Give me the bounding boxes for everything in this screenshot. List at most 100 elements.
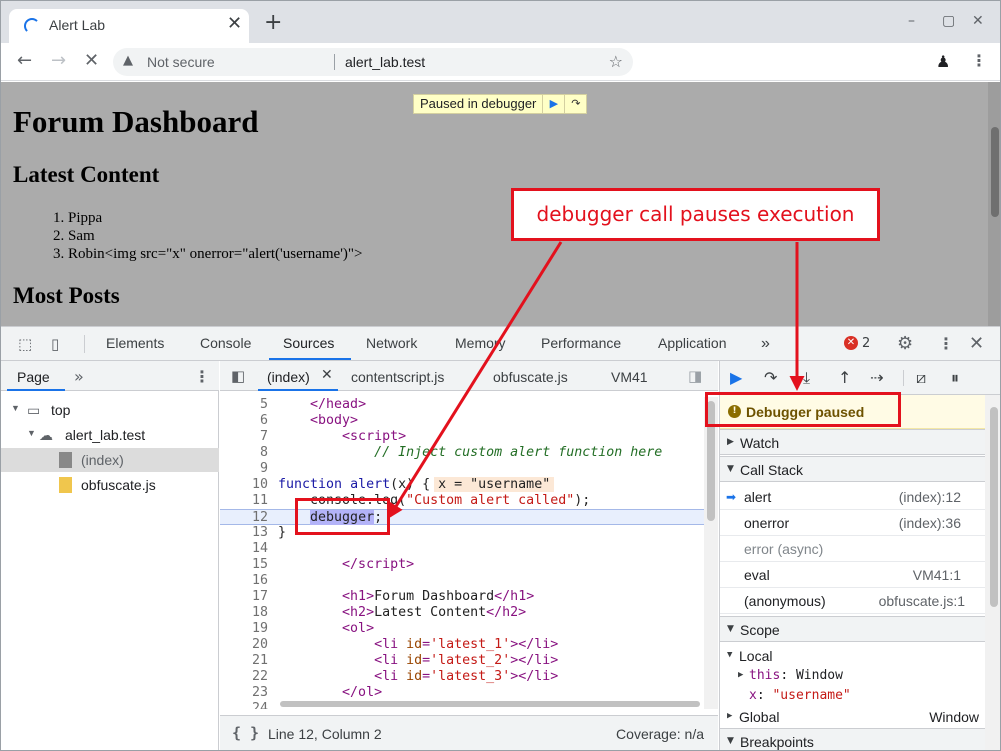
js-file-icon bbox=[59, 477, 72, 493]
property-key: this bbox=[749, 668, 781, 683]
pretty-print-icon[interactable]: { } bbox=[232, 724, 259, 742]
frame-location[interactable]: obfuscate.js:1 bbox=[879, 593, 965, 609]
warning-triangle-icon[interactable]: ▲ bbox=[123, 53, 133, 68]
navigator-more-chevron-icon[interactable]: » bbox=[74, 367, 84, 386]
frame-location[interactable]: (index):36 bbox=[899, 515, 961, 531]
omnibox-divider bbox=[334, 54, 335, 70]
scope-x-property[interactable]: x: "username" bbox=[720, 686, 985, 706]
scope-this-property[interactable]: ▶ this: Window bbox=[720, 666, 985, 686]
code-lines[interactable]: 5 </head> 6 <body> 7 <script> 8 // Injec… bbox=[220, 397, 704, 709]
tab-close-icon[interactable]: ✕ bbox=[227, 14, 242, 34]
editor-tab-index[interactable]: (index) bbox=[267, 369, 310, 385]
new-tab-button[interactable]: + bbox=[264, 12, 282, 34]
devtools-menu-icon[interactable]: ⋮ bbox=[938, 334, 954, 353]
extension-icon[interactable]: ♟ bbox=[936, 52, 950, 71]
page-scrollbar[interactable] bbox=[988, 82, 1000, 326]
scope-global[interactable]: ▶ Global Window bbox=[720, 707, 985, 727]
call-frame-onerror[interactable]: onerror (index):36 bbox=[720, 510, 985, 536]
editor-tab-contentscript[interactable]: contentscript.js bbox=[351, 369, 444, 385]
step-over-icon[interactable]: ↷ bbox=[764, 368, 777, 387]
back-arrow-icon[interactable]: ← bbox=[17, 51, 32, 71]
url-text[interactable]: alert_lab.test bbox=[345, 54, 425, 70]
code-line: 13} bbox=[251, 525, 287, 540]
toggle-navigator-icon[interactable]: ◧ bbox=[231, 367, 245, 385]
devtools-close-icon[interactable]: ✕ bbox=[969, 333, 984, 354]
tree-item-obfuscate[interactable]: obfuscate.js bbox=[1, 473, 219, 497]
call-frame-alert[interactable]: ➡ alert (index):12 bbox=[720, 484, 985, 510]
maximize-icon[interactable]: ▢ bbox=[942, 13, 955, 29]
tab-performance[interactable]: Performance bbox=[541, 335, 621, 351]
navigator-menu-icon[interactable]: ⋮ bbox=[194, 367, 210, 386]
step-icon[interactable]: ⇢ bbox=[870, 368, 883, 387]
editor-tab-bar: ◧ (index) ✕ contentscript.js obfuscate.j… bbox=[220, 361, 718, 391]
editor-tab-vm41[interactable]: VM41 bbox=[611, 369, 648, 385]
step-out-icon[interactable]: ↑ bbox=[838, 368, 851, 387]
async-frame-separator: error (async) bbox=[720, 536, 985, 562]
bookmark-star-icon[interactable]: ☆ bbox=[609, 52, 623, 71]
frame-location[interactable]: VM41:1 bbox=[913, 567, 961, 583]
tree-item-top[interactable]: ▼ ▭ top bbox=[1, 398, 219, 422]
tab-memory[interactable]: Memory bbox=[455, 335, 506, 351]
error-icon[interactable]: ✕ bbox=[844, 336, 858, 350]
error-count[interactable]: 2 bbox=[862, 336, 870, 351]
breakpoints-section-header[interactable]: ▼ Breakpoints bbox=[720, 728, 985, 750]
list-item: 1. Pippa bbox=[53, 210, 103, 226]
call-frame-anonymous[interactable]: (anonymous) obfuscate.js:1 bbox=[720, 588, 985, 614]
browser-menu-icon[interactable]: ⋮ bbox=[971, 51, 987, 70]
call-frame-eval[interactable]: eval VM41:1 bbox=[720, 562, 985, 588]
step-into-icon[interactable]: ⤓ bbox=[803, 368, 810, 388]
sidebar-scrollbar-thumb[interactable] bbox=[990, 407, 998, 607]
browser-tab-alert-lab[interactable]: Alert Lab ✕ bbox=[9, 9, 249, 43]
deactivate-breakpoints-icon[interactable]: ⧄ bbox=[916, 368, 926, 388]
tab-elements[interactable]: Elements bbox=[106, 335, 164, 351]
sidebar-scrollbar[interactable] bbox=[985, 395, 1000, 750]
pause-on-exceptions-icon[interactable]: ⏸ bbox=[951, 368, 959, 388]
paused-overlay-label: Paused in debugger bbox=[420, 96, 537, 111]
scope-section-header[interactable]: ▼ Scope bbox=[720, 616, 985, 642]
editor-scrollbar[interactable] bbox=[704, 397, 718, 709]
code-line: 19 <ol> bbox=[251, 621, 375, 636]
tab-console[interactable]: Console bbox=[200, 335, 251, 351]
devtools-panel: ⬚ ▯ Elements Console Sources Network Mem… bbox=[1, 326, 1000, 750]
expand-arrow-icon[interactable]: ▼ bbox=[27, 428, 36, 438]
editor-tab-close-icon[interactable]: ✕ bbox=[321, 367, 333, 383]
scope-local[interactable]: ▼ Local bbox=[720, 646, 985, 666]
resume-icon[interactable]: ▶ bbox=[730, 368, 742, 387]
tab-network[interactable]: Network bbox=[366, 335, 417, 351]
more-tabs-chevron-icon[interactable]: » bbox=[761, 335, 770, 353]
collapsed-arrow-icon: ▶ bbox=[727, 437, 734, 447]
loading-spinner-icon bbox=[24, 18, 40, 34]
annotation-callout: debugger call pauses execution bbox=[511, 188, 880, 241]
frame-function: (anonymous) bbox=[744, 593, 826, 609]
watch-section-header[interactable]: ▶ Watch bbox=[720, 429, 985, 455]
navigator-tab-page[interactable]: Page bbox=[17, 369, 50, 385]
tab-strip: Alert Lab ✕ + – ▢ ✕ bbox=[1, 1, 1000, 43]
device-toolbar-icon[interactable]: ▯ bbox=[51, 335, 59, 353]
inspect-element-icon[interactable]: ⬚ bbox=[18, 335, 32, 353]
minimize-icon[interactable]: – bbox=[908, 13, 915, 29]
stop-loading-icon[interactable]: ✕ bbox=[84, 51, 99, 71]
toggle-debugger-icon[interactable]: ◨ bbox=[688, 367, 702, 385]
tree-item-domain[interactable]: ▼ ☁ alert_lab.test bbox=[1, 423, 219, 447]
call-stack-section-header[interactable]: ▼ Call Stack bbox=[720, 456, 985, 482]
tab-application[interactable]: Application bbox=[658, 335, 727, 351]
tree-item-index[interactable]: (index) bbox=[1, 448, 219, 472]
close-window-icon[interactable]: ✕ bbox=[972, 13, 984, 29]
property-key: x bbox=[749, 688, 757, 703]
tab-sources[interactable]: Sources bbox=[283, 335, 334, 351]
security-indicator[interactable]: Not secure bbox=[147, 54, 215, 70]
frame-location[interactable]: (index):12 bbox=[899, 489, 961, 505]
property-value: "username" bbox=[772, 688, 851, 703]
settings-gear-icon[interactable]: ⚙ bbox=[897, 333, 913, 354]
forward-arrow-icon[interactable]: → bbox=[51, 51, 66, 71]
code-line: 9 bbox=[259, 461, 268, 476]
editor-horizontal-scrollbar[interactable] bbox=[280, 701, 700, 707]
code-line: 16 bbox=[251, 573, 268, 588]
address-bar[interactable]: ▲ Not secure alert_lab.test ☆ bbox=[113, 48, 633, 76]
page-scrollbar-thumb[interactable] bbox=[991, 127, 999, 217]
step-over-icon[interactable]: ↷ bbox=[564, 95, 586, 113]
resume-icon[interactable]: ▶ bbox=[542, 95, 564, 113]
expand-arrow-icon[interactable]: ▼ bbox=[11, 403, 20, 413]
expanded-arrow-icon: ▼ bbox=[727, 736, 734, 746]
editor-tab-obfuscate[interactable]: obfuscate.js bbox=[493, 369, 568, 385]
